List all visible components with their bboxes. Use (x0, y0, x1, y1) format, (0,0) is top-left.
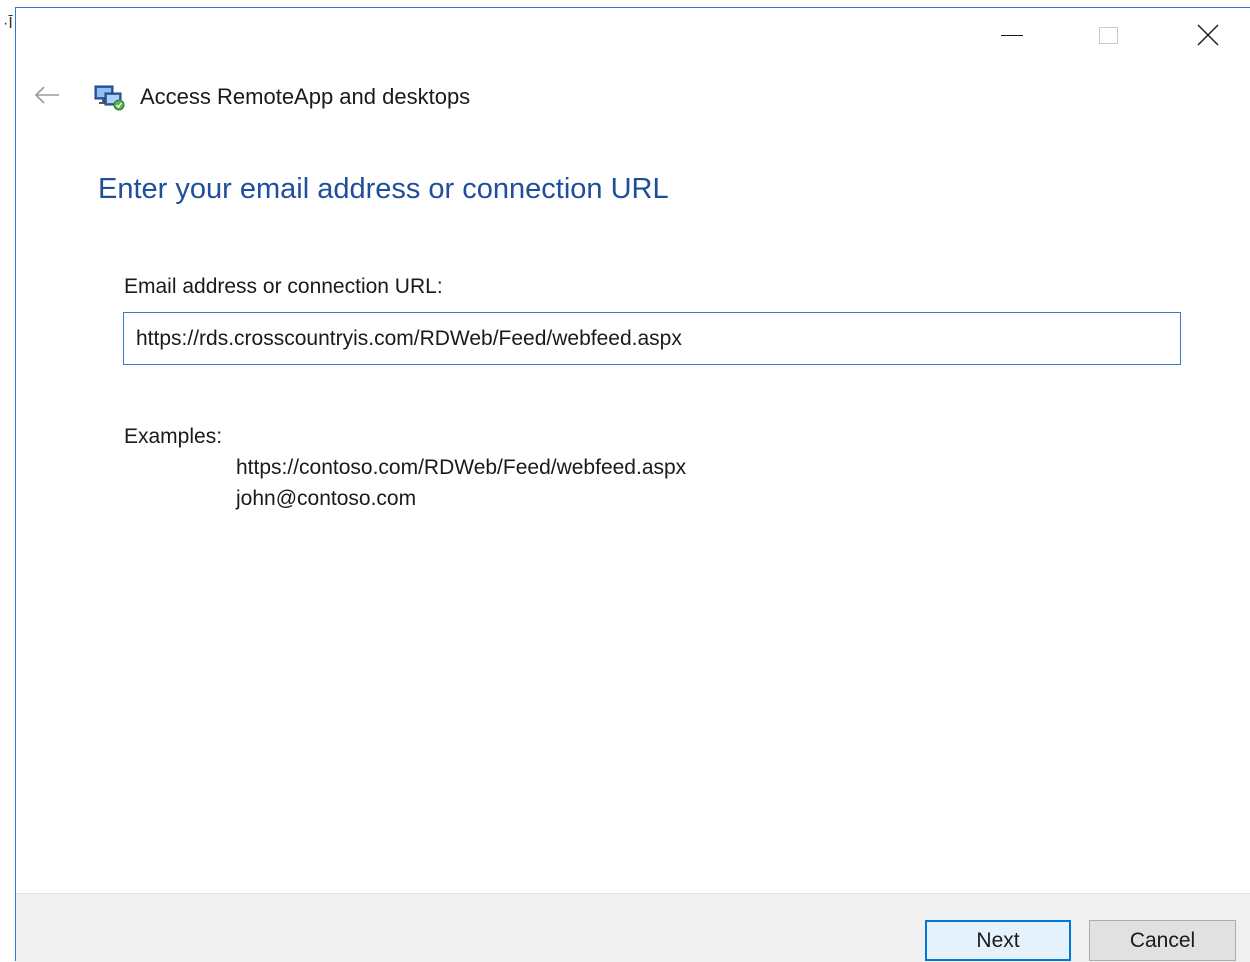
back-arrow-icon (34, 85, 60, 109)
remoteapp-dialog-window: Access RemoteApp and desktops Enter your… (15, 7, 1250, 962)
dialog-footer: Next Cancel (16, 893, 1250, 962)
page-heading: Enter your email address or connection U… (98, 173, 669, 205)
maximize-icon (1098, 26, 1118, 44)
background-window-edge: ·Ī (0, 0, 15, 961)
remote-desktop-icon (93, 82, 127, 112)
connection-url-label: Email address or connection URL: (124, 275, 443, 298)
minimize-button[interactable] (984, 8, 1040, 64)
cancel-button[interactable]: Cancel (1089, 920, 1236, 961)
example-url: https://contoso.com/RDWeb/Feed/webfeed.a… (236, 456, 687, 479)
background-window-fragment: ·Ī (3, 15, 13, 32)
minimize-icon (1001, 34, 1023, 36)
example-email: john@contoso.com (236, 487, 417, 510)
window-title: Access RemoteApp and desktops (140, 84, 471, 109)
connection-url-input[interactable] (123, 312, 1181, 365)
next-button[interactable]: Next (925, 920, 1071, 961)
examples-label: Examples: (124, 425, 223, 448)
close-button[interactable] (1180, 8, 1236, 64)
back-button[interactable] (30, 80, 64, 114)
maximize-button[interactable] (1080, 8, 1136, 64)
close-icon (1197, 24, 1219, 46)
